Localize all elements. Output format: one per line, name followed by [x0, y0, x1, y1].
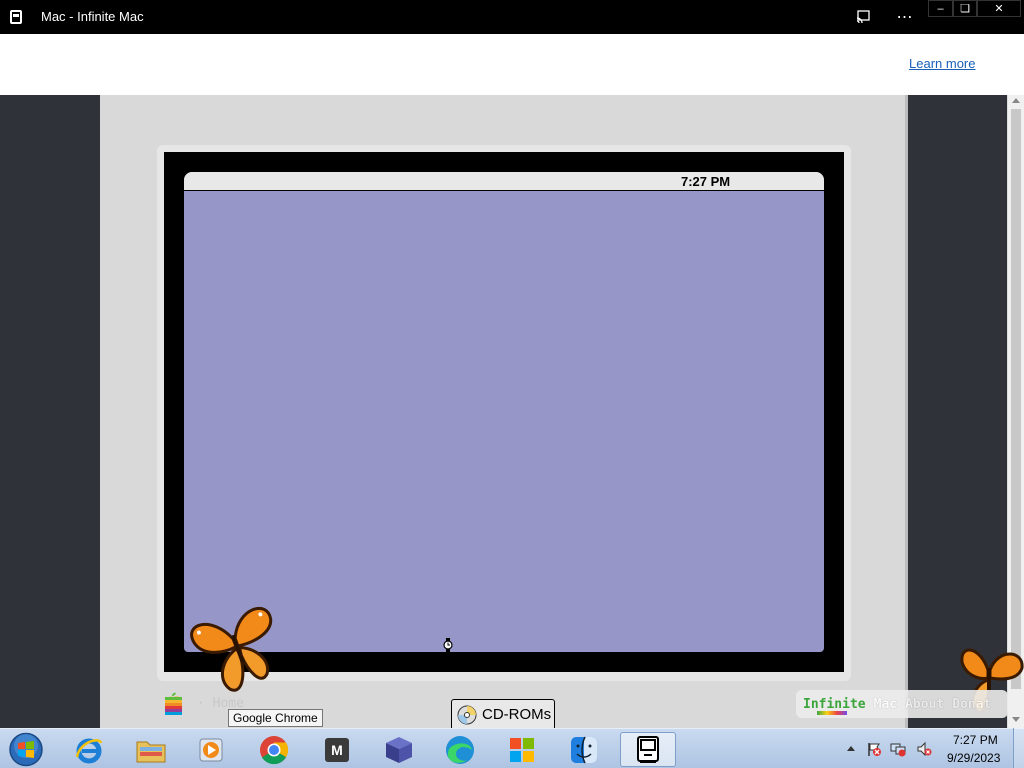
window-title-bar: Mac - Infinite Mac ⋯ – ❏ ✕ — [0, 0, 1024, 34]
page-scrollbar[interactable] — [1007, 95, 1024, 728]
window-title: Mac - Infinite Mac — [41, 9, 144, 24]
network-icon[interactable] — [890, 741, 906, 757]
app-window-icon — [10, 10, 22, 24]
taskbar-chrome[interactable] — [248, 732, 300, 767]
taskbar-infinite-mac[interactable] — [620, 732, 676, 767]
learn-more-link[interactable]: Learn more — [909, 56, 975, 71]
cd-roms-label: CD-ROMs — [482, 706, 552, 723]
m-app-letter: M — [331, 741, 343, 758]
more-options-button[interactable]: ⋯ — [892, 0, 918, 34]
cube-icon — [386, 736, 412, 763]
brand-infinite[interactable]: Infinite — [803, 697, 866, 715]
mac-screen[interactable]: 7:27 PM — [184, 172, 824, 652]
scroll-thumb[interactable] — [1011, 109, 1021, 689]
minimize-button[interactable]: – — [928, 0, 953, 17]
m-app-icon: M — [325, 737, 349, 762]
taskbar-cube-app[interactable] — [373, 732, 425, 767]
finder-icon — [571, 736, 597, 763]
chrome-icon — [260, 735, 289, 764]
action-center-flag-icon[interactable] — [866, 741, 882, 757]
infinite-mac-nav: Infinite Mac About Donat — [796, 690, 1008, 718]
taskbar-ie[interactable] — [63, 732, 115, 767]
restore-button[interactable]: ❏ — [953, 0, 977, 17]
taskbar-m-app[interactable]: M — [311, 732, 363, 767]
ie-icon — [75, 738, 103, 763]
show-desktop-button[interactable] — [1013, 728, 1024, 768]
butterfly-icon — [190, 607, 273, 692]
mac-icon — [637, 735, 659, 763]
chrome-tooltip: Google Chrome — [228, 709, 323, 727]
windows-taskbar: M — [0, 728, 1024, 768]
scroll-up-arrow-icon[interactable] — [1012, 98, 1020, 103]
taskbar-clock-time[interactable]: 7:27 PM — [953, 733, 998, 747]
taskbar-file-explorer[interactable] — [125, 732, 177, 767]
cast-icon[interactable] — [850, 0, 876, 34]
taskbar-clock-date[interactable]: 9/29/2023 — [947, 751, 1000, 765]
taskbar-store[interactable] — [496, 732, 548, 767]
watch-cursor-icon — [443, 638, 453, 652]
show-hidden-icons-icon[interactable] — [847, 746, 855, 751]
mac-menu-bar[interactable]: 7:27 PM — [184, 172, 824, 191]
taskbar-media-player[interactable] — [185, 732, 237, 767]
cd-icon — [457, 705, 477, 724]
about-link[interactable]: About — [905, 697, 944, 712]
taskbar-edge[interactable] — [434, 732, 486, 767]
edge-icon — [446, 735, 474, 764]
mac-menubar-clock: 7:27 PM — [681, 174, 731, 189]
store-icon — [510, 737, 534, 762]
cd-roms-button[interactable]: CD-ROMs — [451, 699, 555, 730]
info-bar: Learn more — [0, 34, 1024, 95]
brand-mac[interactable]: Mac — [874, 697, 897, 712]
start-button[interactable] — [7, 732, 45, 767]
close-button[interactable]: ✕ — [977, 0, 1021, 17]
volume-muted-icon[interactable] — [916, 741, 932, 757]
media-player-icon — [199, 738, 223, 761]
taskbar-finder[interactable] — [558, 732, 610, 767]
apple-logo-icon — [165, 692, 182, 715]
folder-icon — [136, 741, 166, 762]
donate-link[interactable]: Donat — [952, 697, 991, 712]
